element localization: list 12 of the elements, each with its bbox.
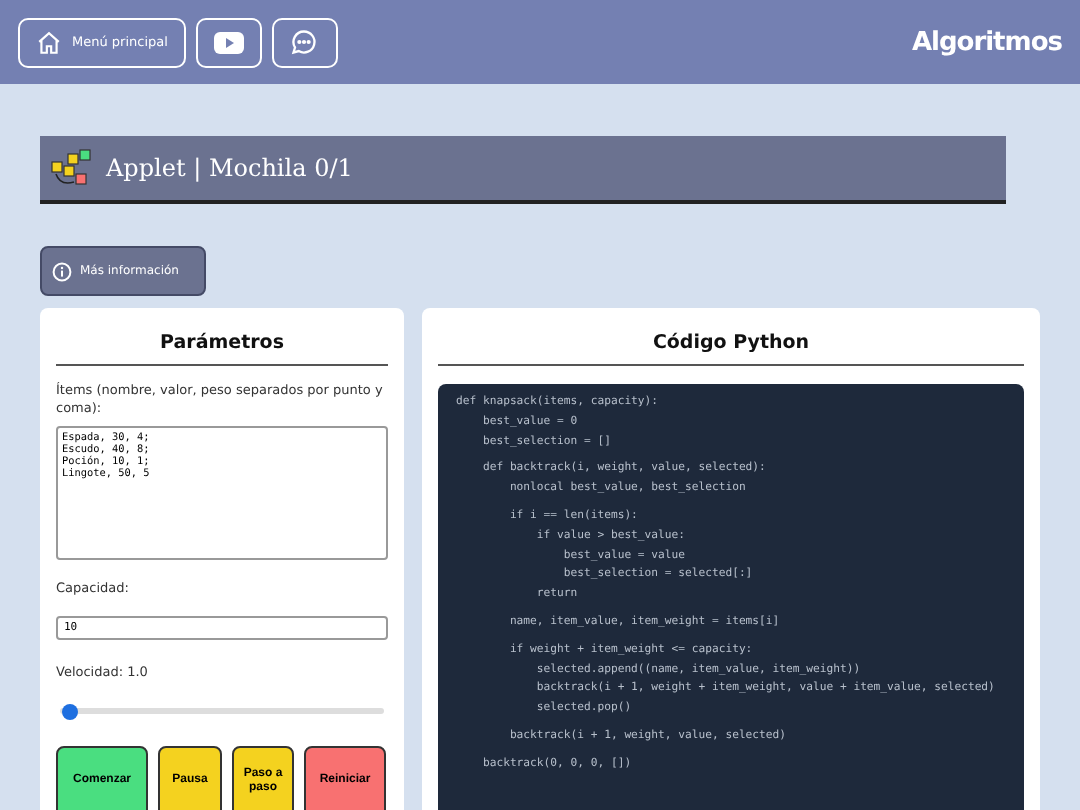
panel-heading: Parámetros: [56, 324, 388, 366]
play-icon: [213, 31, 244, 53]
chat-button[interactable]: [271, 17, 338, 67]
speed-slider[interactable]: [60, 708, 384, 714]
panel-heading: Código Python: [438, 324, 1024, 366]
home-icon: [36, 29, 62, 55]
chat-icon: [289, 28, 318, 56]
info-icon: [52, 261, 72, 281]
page-title: Applet | Mochila 0/1: [106, 154, 353, 182]
graph-icon: [50, 148, 94, 188]
video-button[interactable]: [195, 17, 262, 67]
logo[interactable]: Algoritmos: [911, 27, 1062, 57]
